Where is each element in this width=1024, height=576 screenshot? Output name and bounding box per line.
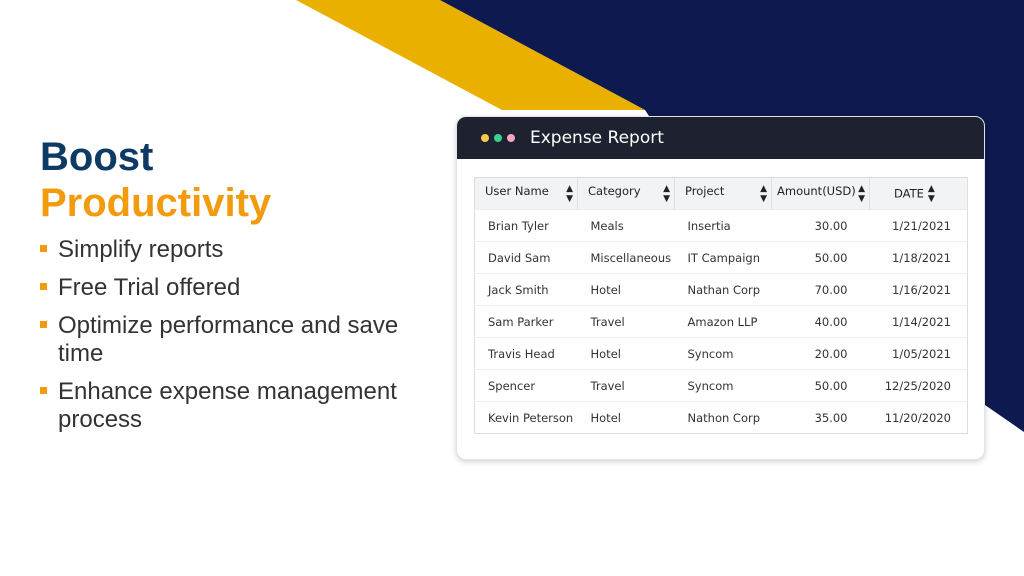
cell-user-name: Brian Tyler	[474, 209, 578, 242]
cell-amount: 70.00	[771, 273, 870, 306]
column-header-date[interactable]: DATE ▲ ▼	[869, 177, 968, 210]
bullet-square-icon	[40, 245, 47, 252]
window-dot-yellow-icon[interactable]	[481, 134, 489, 142]
table-row[interactable]: Jack Smith Hotel Nathan Corp 70.00 1/16/…	[474, 273, 968, 306]
headline-line-2: Productivity	[40, 181, 272, 225]
cell-user-name: Travis Head	[474, 337, 578, 370]
column-header-project[interactable]: Project ▲ ▼	[674, 177, 772, 210]
cell-category: Hotel	[577, 273, 675, 306]
cell-date: 1/14/2021	[869, 305, 968, 338]
cell-date: 1/05/2021	[869, 337, 968, 370]
sort-arrows-icon[interactable]: ▲ ▼	[760, 184, 767, 204]
cell-date: 1/16/2021	[869, 273, 968, 306]
cell-project: Nathan Corp	[674, 273, 772, 306]
bullet-item: Enhance expense management process	[40, 378, 440, 434]
cell-project: IT Campaign	[674, 241, 772, 274]
sort-arrows-icon[interactable]: ▲ ▼	[663, 184, 670, 204]
cell-amount: 50.00	[771, 241, 870, 274]
bullet-item: Free Trial offered	[40, 274, 440, 302]
window-dot-green-icon[interactable]	[494, 134, 502, 142]
table-row[interactable]: Kevin Peterson Hotel Nathon Corp 35.00 1…	[474, 401, 968, 434]
bullet-item: Optimize performance and save time	[40, 312, 440, 368]
cell-category: Travel	[577, 369, 675, 402]
page-title: Boost Productivity	[40, 134, 271, 226]
column-header-amount[interactable]: Amount(USD) ▲ ▼	[771, 177, 870, 210]
cell-user-name: Kevin Peterson	[474, 401, 578, 434]
table-row[interactable]: Brian Tyler Meals Insertia 30.00 1/21/20…	[474, 209, 968, 242]
bullet-list: Simplify reports Free Trial offered Opti…	[40, 236, 440, 444]
cell-category: Travel	[577, 305, 675, 338]
cell-date: 12/25/2020	[869, 369, 968, 402]
cell-amount: 30.00	[771, 209, 870, 242]
table-row[interactable]: Spencer Travel Syncom 50.00 12/25/2020	[474, 369, 968, 402]
cell-date: 1/18/2021	[869, 241, 968, 274]
column-header-user-name[interactable]: User Name ▲ ▼	[474, 177, 578, 210]
window-titlebar: Expense Report	[457, 117, 984, 159]
cell-amount: 50.00	[771, 369, 870, 402]
cell-category: Hotel	[577, 337, 675, 370]
cell-user-name: Sam Parker	[474, 305, 578, 338]
bullet-item: Simplify reports	[40, 236, 440, 264]
expense-report-window: Expense Report User Name ▲ ▼ Category ▲ ▼ Pr…	[456, 116, 985, 460]
table-row[interactable]: Sam Parker Travel Amazon LLP 40.00 1/14/…	[474, 305, 968, 338]
sort-arrows-icon[interactable]: ▲ ▼	[566, 184, 573, 204]
cell-user-name: David Sam	[474, 241, 578, 274]
cell-project: Amazon LLP	[674, 305, 772, 338]
cell-category: Meals	[577, 209, 675, 242]
cell-user-name: Jack Smith	[474, 273, 578, 306]
cell-amount: 40.00	[771, 305, 870, 338]
column-header-category[interactable]: Category ▲ ▼	[577, 177, 675, 210]
table-row[interactable]: David Sam Miscellaneous IT Campaign 50.0…	[474, 241, 968, 274]
window-title: Expense Report	[530, 128, 664, 148]
cell-project: Insertia	[674, 209, 772, 242]
bullet-square-icon	[40, 321, 47, 328]
bullet-square-icon	[40, 387, 47, 394]
window-dot-pink-icon[interactable]	[507, 134, 515, 142]
cell-project: Nathon Corp	[674, 401, 772, 434]
cell-project: Syncom	[674, 337, 772, 370]
table-header-row: User Name ▲ ▼ Category ▲ ▼ Project ▲ ▼ Amount(…	[474, 177, 968, 210]
headline-line-1: Boost	[40, 135, 154, 179]
cell-amount: 20.00	[771, 337, 870, 370]
sort-arrows-icon[interactable]: ▲ ▼	[928, 184, 935, 204]
cell-project: Syncom	[674, 369, 772, 402]
cell-amount: 35.00	[771, 401, 870, 434]
table-row[interactable]: Travis Head Hotel Syncom 20.00 1/05/2021	[474, 337, 968, 370]
sort-arrows-icon[interactable]: ▲ ▼	[858, 184, 865, 204]
expense-table: User Name ▲ ▼ Category ▲ ▼ Project ▲ ▼ Amount(…	[474, 177, 968, 434]
cell-category: Miscellaneous	[577, 241, 675, 274]
cell-user-name: Spencer	[474, 369, 578, 402]
cell-date: 11/20/2020	[869, 401, 968, 434]
bullet-square-icon	[40, 283, 47, 290]
cell-date: 1/21/2021	[869, 209, 968, 242]
cell-category: Hotel	[577, 401, 675, 434]
